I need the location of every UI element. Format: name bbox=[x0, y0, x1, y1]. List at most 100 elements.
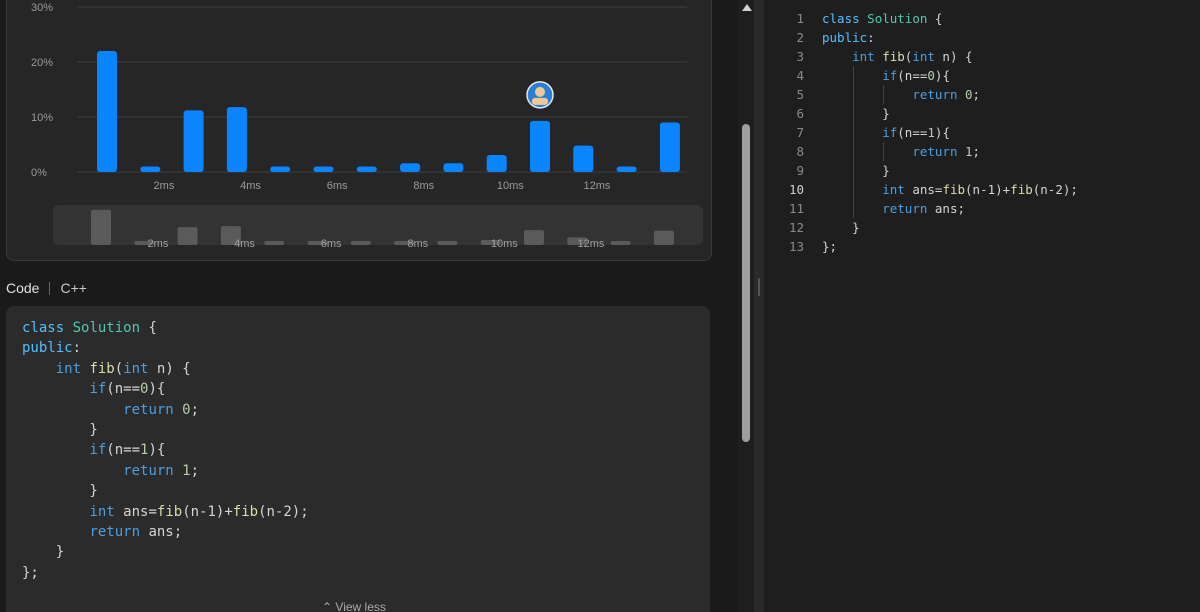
line-number: 1 bbox=[796, 11, 804, 26]
editor-line[interactable]: 9 } bbox=[764, 161, 1200, 180]
x-tick-label: 2ms bbox=[154, 180, 175, 192]
chart-bar bbox=[530, 120, 550, 172]
line-number: 3 bbox=[796, 49, 804, 64]
editor-line-code: class Solution { bbox=[822, 11, 943, 26]
x-tick-label: 4ms bbox=[240, 180, 261, 192]
splitter-grip[interactable] bbox=[758, 278, 760, 296]
chart-bar bbox=[97, 51, 117, 172]
chart-bar bbox=[486, 154, 507, 172]
editor-line[interactable]: 3 int fib(int n) { bbox=[764, 47, 1200, 66]
minimap-bar bbox=[91, 209, 111, 245]
minimap-bar bbox=[610, 241, 631, 245]
line-number: 4 bbox=[796, 68, 804, 83]
editor-line[interactable]: 12 } bbox=[764, 218, 1200, 237]
chart-bar bbox=[356, 166, 377, 172]
editor-line-code: return 0; bbox=[912, 87, 981, 102]
editor-line-code: }; bbox=[822, 239, 838, 254]
editor-line[interactable]: 5 return 0; bbox=[764, 85, 1200, 104]
editor-line-code: } bbox=[822, 106, 890, 121]
indent-guide bbox=[883, 142, 884, 161]
minimap-bar bbox=[350, 241, 371, 245]
minimap-bar bbox=[653, 230, 674, 245]
x-tick-label: 8ms bbox=[413, 180, 434, 192]
left-pane: 30% 20% 10% 0% 2ms 4ms 6ms 8ms 10ms 12ms 2ms 4ms 6ms… bbox=[0, 0, 740, 612]
view-less-label: View less bbox=[335, 600, 386, 612]
line-number: 9 bbox=[796, 163, 804, 178]
y-tick-label: 10% bbox=[31, 112, 53, 124]
line-number: 12 bbox=[788, 220, 804, 235]
chart-bar bbox=[313, 166, 334, 172]
minimap-bar bbox=[177, 227, 198, 245]
editor-line-code: public: bbox=[822, 30, 875, 45]
chart-bar bbox=[573, 145, 594, 172]
indent-guide bbox=[853, 66, 854, 218]
chart-bar bbox=[443, 163, 464, 172]
minimap-tick-label: 6ms bbox=[321, 238, 342, 250]
chart-bar bbox=[140, 166, 161, 172]
view-less-button[interactable]: ⌃ View less bbox=[322, 600, 386, 612]
scrollbar[interactable] bbox=[738, 0, 754, 612]
code-header: Code C++ bbox=[6, 280, 87, 296]
line-number: 10 bbox=[788, 182, 804, 197]
pane-splitter[interactable] bbox=[754, 0, 764, 612]
editor-line[interactable]: 10 int ans=fib(n-1)+fib(n-2); bbox=[764, 180, 1200, 199]
editor-line[interactable]: 8 return 1; bbox=[764, 142, 1200, 161]
chart-bar bbox=[616, 166, 637, 172]
minimap-bar bbox=[524, 230, 544, 245]
line-number: 8 bbox=[796, 144, 804, 159]
minimap-tick-label: 2ms bbox=[148, 238, 169, 250]
chart-bar bbox=[659, 122, 680, 172]
minimap-bar bbox=[437, 241, 458, 245]
x-tick-label: 12ms bbox=[583, 180, 610, 192]
editor-line-code: return ans; bbox=[882, 201, 966, 216]
code-text: class Solution { public: int fib(int n) … bbox=[22, 320, 309, 581]
editor-line-code: if(n==1){ bbox=[882, 125, 950, 140]
line-number: 5 bbox=[796, 87, 804, 102]
y-tick-label: 30% bbox=[31, 2, 53, 14]
y-tick-label: 0% bbox=[31, 167, 47, 179]
editor-line[interactable]: 7 if(n==1){ bbox=[764, 123, 1200, 142]
line-number: 7 bbox=[796, 125, 804, 140]
editor-line-code: if(n==0){ bbox=[882, 68, 950, 83]
code-editor[interactable]: 1 class Solution { 2 public: 3 int fib(int n… bbox=[764, 0, 1200, 612]
editor-line[interactable]: 6 } bbox=[764, 104, 1200, 123]
x-tick-label: 10ms bbox=[497, 180, 524, 192]
avatar-face bbox=[535, 86, 545, 97]
editor-line[interactable]: 1 class Solution { bbox=[764, 9, 1200, 28]
editor-line[interactable]: 2 public: bbox=[764, 28, 1200, 47]
code-title: Code bbox=[6, 280, 40, 296]
editor-line-code: } bbox=[822, 163, 890, 178]
x-tick-label: 6ms bbox=[327, 180, 348, 192]
editor-line-code: int ans=fib(n-1)+fib(n-2); bbox=[882, 182, 1078, 197]
double-chevron-up-icon: ⌃ bbox=[322, 600, 333, 612]
chart-bar bbox=[270, 166, 291, 172]
line-number: 13 bbox=[788, 239, 804, 254]
chart-bar bbox=[400, 163, 421, 172]
editor-line[interactable]: 11 return ans; bbox=[764, 199, 1200, 218]
divider bbox=[49, 281, 51, 295]
minimap-tick-label: 8ms bbox=[407, 238, 428, 250]
indent-guide bbox=[883, 85, 884, 104]
language-label: C++ bbox=[60, 280, 87, 296]
runtime-distribution-chart: 30% 20% 10% 0% 2ms 4ms 6ms 8ms 10ms 12ms 2ms 4ms 6ms… bbox=[6, 0, 712, 261]
line-number: 6 bbox=[796, 106, 804, 121]
y-tick-label: 20% bbox=[31, 57, 53, 69]
code-block: class Solution { public: int fib(int n) … bbox=[6, 306, 710, 612]
scroll-up-icon[interactable] bbox=[742, 4, 752, 11]
editor-line[interactable]: 4 if(n==0){ bbox=[764, 66, 1200, 85]
avatar-body bbox=[532, 97, 548, 105]
minimap-tick-label: 10ms bbox=[491, 238, 518, 250]
editor-line-code: } bbox=[822, 220, 860, 235]
minimap-tick-label: 12ms bbox=[577, 238, 604, 250]
minimap-tick-label: 4ms bbox=[234, 238, 255, 250]
chart-svg: 30% 20% 10% 0% 2ms 4ms 6ms 8ms 10ms 12ms 2ms 4ms 6ms… bbox=[31, 2, 703, 250]
chart-bar bbox=[183, 110, 204, 172]
minimap-bar bbox=[264, 241, 285, 245]
editor-line[interactable]: 13}; bbox=[764, 237, 1200, 256]
line-number: 11 bbox=[788, 201, 804, 216]
line-number: 2 bbox=[796, 30, 804, 45]
editor-line-code: return 1; bbox=[912, 144, 981, 159]
chart-bar bbox=[226, 107, 247, 172]
editor-line-code: int fib(int n) { bbox=[852, 49, 973, 64]
scrollbar-thumb[interactable] bbox=[742, 124, 750, 442]
